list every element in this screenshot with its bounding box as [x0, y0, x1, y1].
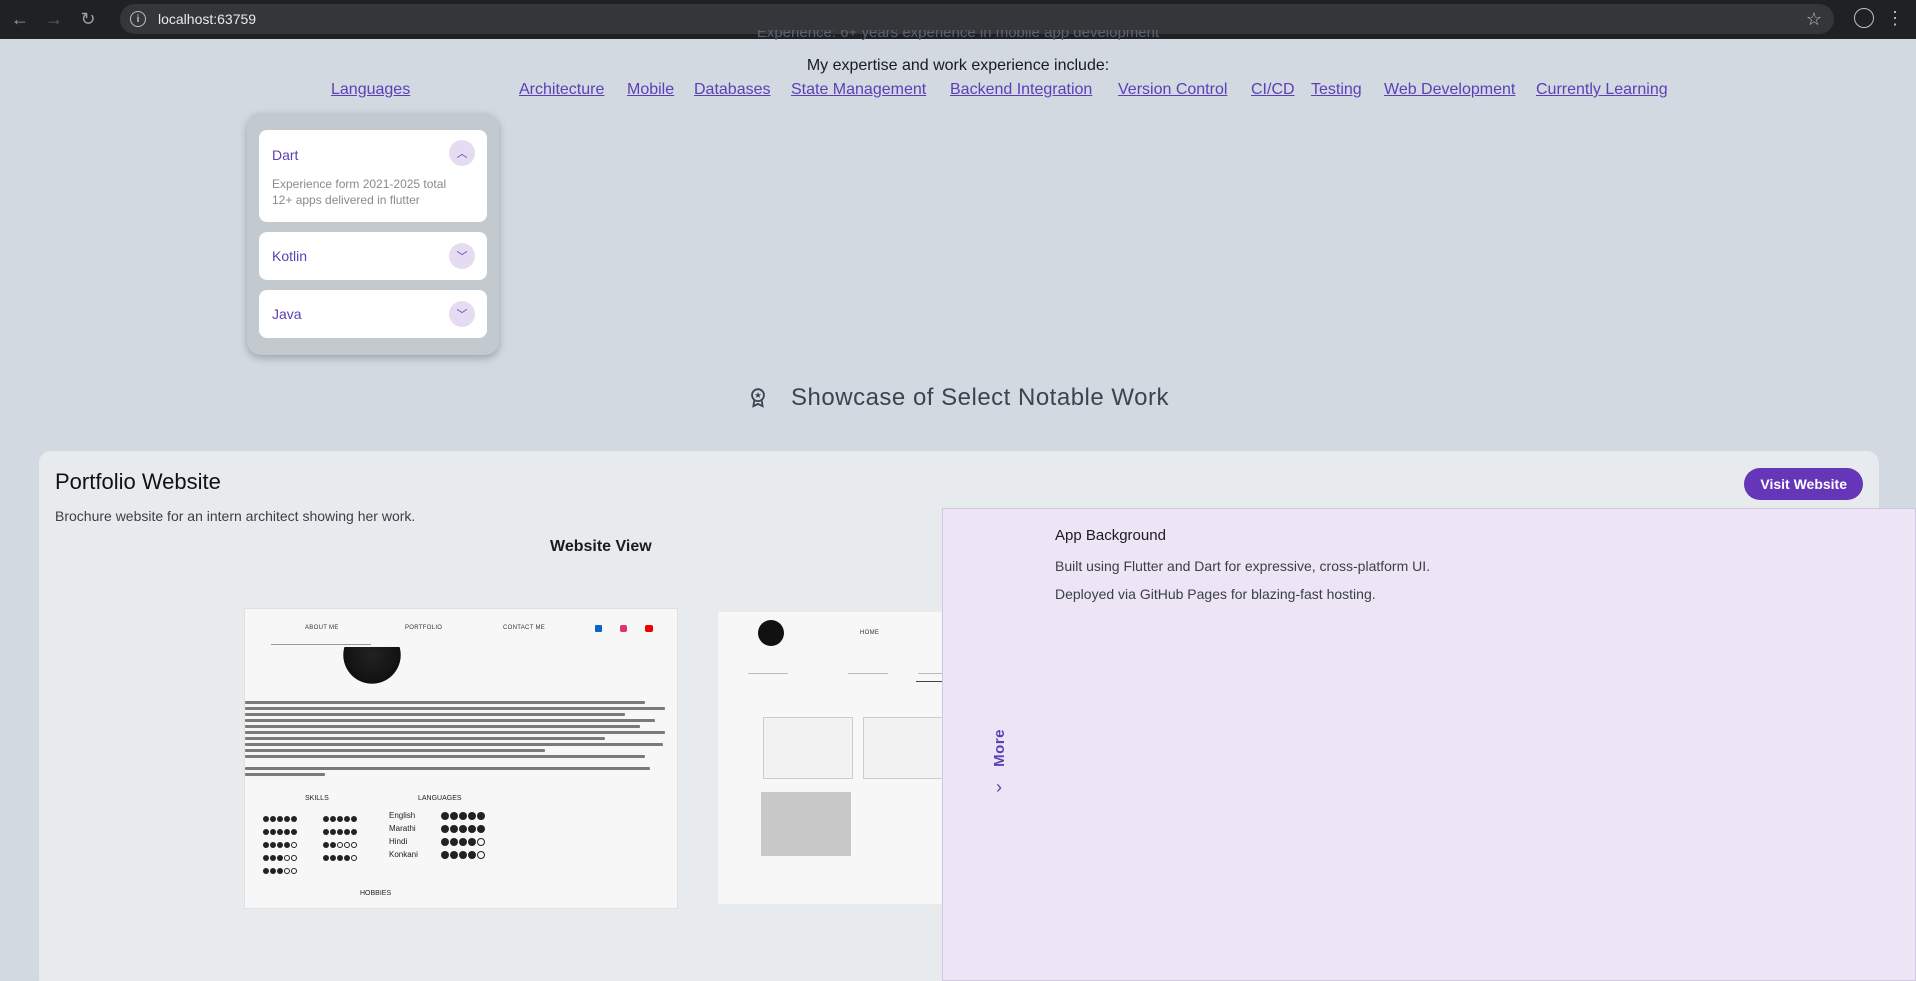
- more-label[interactable]: More: [991, 729, 1008, 767]
- preview-language-row: English: [389, 809, 509, 822]
- preview-nav-about: ABOUT ME: [305, 625, 339, 631]
- url-text[interactable]: localhost:63759: [158, 11, 256, 27]
- browser-menu-icon[interactable]: ⋮: [1886, 6, 1904, 30]
- preview-nav-portfolio: PORTFOLIO: [405, 625, 443, 631]
- preview-nav-contact: CONTACT ME: [503, 625, 546, 631]
- medal-icon: [751, 388, 765, 408]
- preview-drawing-1: [763, 717, 853, 779]
- visit-website-button[interactable]: Visit Website: [1744, 468, 1863, 500]
- preview-language-row: Konkani: [389, 848, 509, 861]
- accordion-item-title[interactable]: Dart: [272, 147, 298, 163]
- website-view-label: Website View: [550, 538, 652, 555]
- chevron-down-icon[interactable]: ﹀: [449, 301, 475, 327]
- chevron-right-icon[interactable]: ›: [996, 777, 1002, 798]
- chevron-down-icon[interactable]: ﹀: [449, 243, 475, 269]
- project-description: Brochure website for an intern architect…: [55, 508, 416, 524]
- showcase-heading-text: Showcase of Select Notable Work: [791, 384, 1169, 411]
- website-preview-image-1[interactable]: ABOUT ME PORTFOLIO CONTACT ME SKILLS LAN…: [244, 608, 678, 909]
- tab-web-development[interactable]: Web Development: [1384, 81, 1515, 99]
- tab-ci-cd[interactable]: CI/CD: [1251, 81, 1295, 99]
- tab-state-management[interactable]: State Management: [791, 81, 926, 99]
- tab-databases[interactable]: Databases: [694, 81, 771, 99]
- showcase-heading: Showcase of Select Notable Work: [0, 384, 1916, 412]
- project-title: Portfolio Website: [55, 469, 221, 494]
- tab-languages[interactable]: Languages: [331, 81, 410, 99]
- tab-currently-learning[interactable]: Currently Learning: [1536, 81, 1668, 99]
- preview-nav-home: HOME: [860, 630, 880, 636]
- tab-architecture[interactable]: Architecture: [519, 81, 604, 99]
- app-background-panel: More › App Background Built using Flutte…: [942, 508, 1916, 981]
- tab-testing[interactable]: Testing: [1311, 81, 1362, 99]
- panel-line-1: Built using Flutter and Dart for express…: [1055, 558, 1431, 574]
- preview-drawing-2: [863, 717, 953, 779]
- accordion-item-kotlin[interactable]: Kotlin ﹀: [259, 232, 487, 280]
- panel-heading: App Background: [1055, 527, 1166, 544]
- preview-languages-label: LANGUAGES: [418, 795, 462, 802]
- accordion-item-title[interactable]: Kotlin: [272, 248, 307, 264]
- instagram-icon: [620, 625, 627, 632]
- site-info-icon[interactable]: i: [130, 11, 146, 27]
- bookmark-star-icon[interactable]: ☆: [1806, 9, 1822, 30]
- preview-language-list: English Marathi Hindi Konkani: [389, 809, 509, 861]
- chevron-up-icon[interactable]: ︿: [449, 140, 475, 166]
- experience-line: Experience: 6+ years experience in mobil…: [756, 30, 1160, 41]
- accordion-item-dart[interactable]: Dart ︿ Experience form 2021-2025 total 1…: [259, 130, 487, 222]
- preview-language-row: Marathi: [389, 822, 509, 835]
- preview-avatar: [758, 620, 784, 646]
- accordion-item-details: Experience form 2021-2025 total 12+ apps…: [272, 177, 447, 207]
- profile-icon[interactable]: [1854, 8, 1874, 28]
- preview-language-row: Hindi: [389, 835, 509, 848]
- preview-hobbies-label: HOBBIES: [360, 890, 392, 897]
- tab-mobile[interactable]: Mobile: [627, 81, 674, 99]
- languages-accordion: Dart ︿ Experience form 2021-2025 total 1…: [247, 113, 499, 355]
- tab-version-control[interactable]: Version Control: [1118, 81, 1227, 99]
- more-toggle[interactable]: More ›: [987, 729, 1011, 798]
- accordion-item-title[interactable]: Java: [272, 306, 302, 322]
- linkedin-icon: [595, 625, 602, 632]
- youtube-icon: [645, 625, 653, 632]
- expertise-heading: My expertise and work experience include…: [806, 57, 1110, 74]
- preview-skills-label: SKILLS: [305, 795, 329, 802]
- accordion-item-java[interactable]: Java ﹀: [259, 290, 487, 338]
- tab-backend-integration[interactable]: Backend Integration: [950, 81, 1092, 99]
- profile-photo: [337, 647, 407, 687]
- preview-drawing-3: [761, 792, 851, 856]
- panel-line-2: Deployed via GitHub Pages for blazing-fa…: [1055, 586, 1376, 602]
- skills-tab-row: Languages Architecture Mobile Databases …: [0, 81, 1916, 103]
